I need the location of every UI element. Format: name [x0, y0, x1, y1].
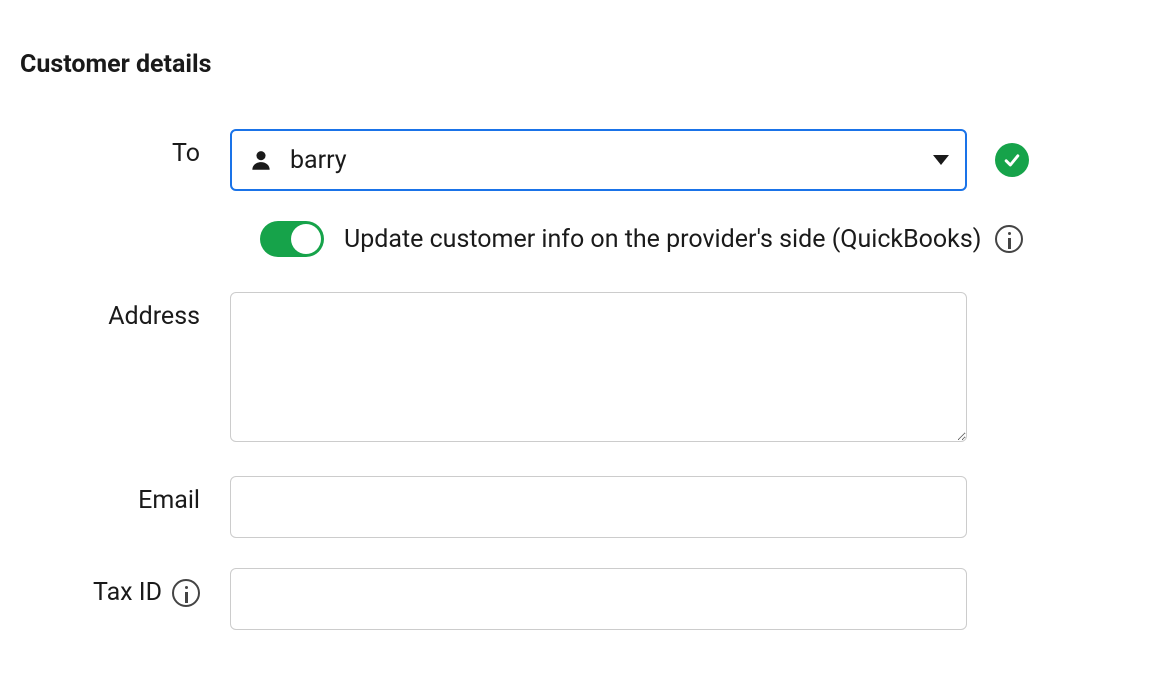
- address-input[interactable]: [230, 292, 967, 442]
- update-toggle-row: Update customer info on the provider's s…: [20, 221, 1155, 257]
- to-label-text: To: [172, 139, 200, 168]
- check-icon: [995, 143, 1029, 177]
- info-icon[interactable]: [995, 225, 1023, 253]
- update-toggle-label: Update customer info on the provider's s…: [344, 225, 981, 254]
- chevron-down-icon: [933, 155, 949, 165]
- address-label: Address: [20, 292, 230, 331]
- to-row: To barry: [20, 129, 1155, 191]
- taxid-row: Tax ID: [20, 568, 1155, 630]
- email-input[interactable]: [230, 476, 967, 538]
- customer-select[interactable]: barry: [230, 129, 967, 191]
- update-provider-toggle[interactable]: [260, 221, 324, 257]
- person-icon: [248, 147, 274, 173]
- email-row: Email: [20, 476, 1155, 538]
- email-label: Email: [20, 476, 230, 515]
- customer-name: barry: [290, 146, 933, 175]
- address-label-text: Address: [108, 302, 200, 331]
- email-label-text: Email: [138, 486, 200, 515]
- to-label: To: [20, 129, 230, 168]
- taxid-input[interactable]: [230, 568, 967, 630]
- taxid-label-text: Tax ID: [93, 578, 162, 607]
- section-title: Customer details: [20, 50, 1155, 79]
- address-row: Address: [20, 292, 1155, 446]
- info-icon[interactable]: [172, 579, 200, 607]
- taxid-label: Tax ID: [20, 568, 230, 607]
